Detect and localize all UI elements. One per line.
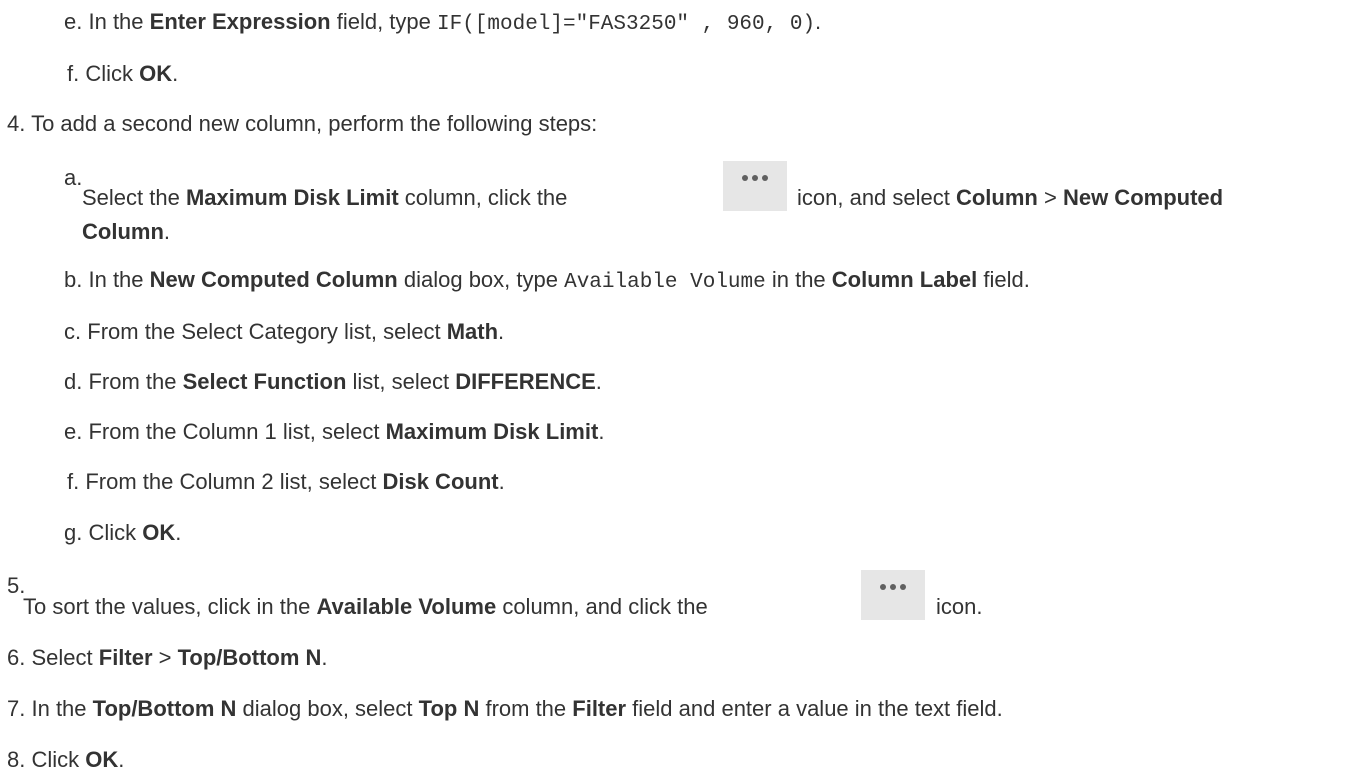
step-text: Click [85,61,140,86]
step-text: From the Column 2 list, select [85,469,383,494]
ui-term: Available Volume [316,594,497,619]
ui-term: Top/Bottom N [177,645,322,670]
step-6: 6. Select Filter > Top/Bottom N. [7,645,328,671]
step-text: dialog box, type [397,267,565,292]
ui-term: OK [85,747,119,772]
step-text: field, type [330,9,437,34]
step-4a-number: a. [64,165,82,191]
step-5-text: To sort the values, click in the Availab… [23,594,708,620]
step-text: list, select [346,369,456,394]
ui-term: New Computed [1062,185,1224,210]
step-4d: d. From the Select Function list, select… [64,369,602,395]
step-number: 8. [7,747,26,772]
ui-term: Math [446,319,499,344]
step-4: 4. To add a second new column, perform t… [7,111,597,137]
step-number: 4. [7,111,26,136]
step-text: column, and click the [496,594,708,619]
step-text: . [163,219,171,244]
ui-term: Filter [98,645,153,670]
step-text: icon. [936,594,983,619]
step-text: Click [88,520,143,545]
step-number: e. [64,419,83,444]
step-text: . [175,520,182,545]
ui-term: Maximum Disk Limit [385,419,599,444]
step-number: f. [67,61,80,86]
ui-term: Maximum Disk Limit [185,185,399,210]
step-3e: e. In the Enter Expression field, type I… [64,9,821,38]
step-number: d. [64,369,83,394]
step-4g: g. Click OK. [64,520,181,546]
step-number: a. [64,165,83,190]
more-options-icon [723,161,787,211]
more-options-icon [861,570,925,620]
step-text: In the [88,267,150,292]
step-5-text-cont: icon. [936,594,982,620]
step-text: . [498,469,505,494]
step-text: field. [977,267,1030,292]
step-text: . [598,419,605,444]
step-text: To sort the values, click in the [23,594,317,619]
ui-term: OK [139,61,173,86]
ui-term: Top N [418,696,480,721]
step-text: Click [31,747,86,772]
ui-term: New Computed Column [149,267,398,292]
step-4a-line2: Column. [82,219,170,245]
step-text: icon, and select [797,185,956,210]
step-number: g. [64,520,83,545]
step-number: 6. [7,645,26,670]
step-4c: c. From the Select Category list, select… [64,319,504,345]
step-number: 7. [7,696,26,721]
step-4e: e. From the Column 1 list, select Maximu… [64,419,604,445]
step-8: 8. Click OK. [7,747,124,773]
step-text: From the Select Category list, select [87,319,447,344]
ui-term: Enter Expression [149,9,331,34]
step-text: dialog box, select [236,696,419,721]
step-text: In the [88,9,150,34]
step-text: From the [88,369,183,394]
step-text: . [815,9,822,34]
step-3f: f. Click OK. [67,61,178,87]
step-text: In the [31,696,93,721]
step-text: > [1037,185,1063,210]
step-text: . [595,369,602,394]
step-number: c. [64,319,82,344]
step-number: e. [64,9,83,34]
step-4a-line1: Select the Maximum Disk Limit column, cl… [82,185,567,211]
step-text: column, click the [398,185,568,210]
step-text: To add a second new column, perform the … [31,111,598,136]
step-text: . [172,61,179,86]
step-text: . [498,319,505,344]
step-text: in the [765,267,832,292]
step-7: 7. In the Top/Bottom N dialog box, selec… [7,696,1003,722]
step-4a-line1-cont: icon, and select Column > New Computed [797,185,1223,211]
ui-term: Column Label [831,267,978,292]
ui-term: OK [142,520,176,545]
step-text: Select the [82,185,186,210]
ui-term: Column [955,185,1038,210]
step-text: From the Column 1 list, select [88,419,386,444]
step-number: b. [64,267,83,292]
step-text: . [321,645,328,670]
step-text: field and enter a value in the text fiel… [626,696,1003,721]
ui-term: DIFFERENCE [455,369,596,394]
step-text: . [118,747,125,772]
ui-term: Column [82,219,164,244]
step-text: from the [479,696,573,721]
ui-term: Disk Count [382,469,499,494]
step-text: > [152,645,178,670]
ui-term: Top/Bottom N [92,696,237,721]
ui-term: Select Function [182,369,347,394]
step-text: Select [31,645,99,670]
code-snippet: IF([model]="FAS3250" , 960, 0) [436,13,816,36]
step-number: f. [67,469,80,494]
step-4f: f. From the Column 2 list, select Disk C… [67,469,505,495]
ui-term: Filter [572,696,627,721]
step-4b: b. In the New Computed Column dialog box… [64,267,1030,296]
code-snippet: Available Volume [564,271,766,294]
